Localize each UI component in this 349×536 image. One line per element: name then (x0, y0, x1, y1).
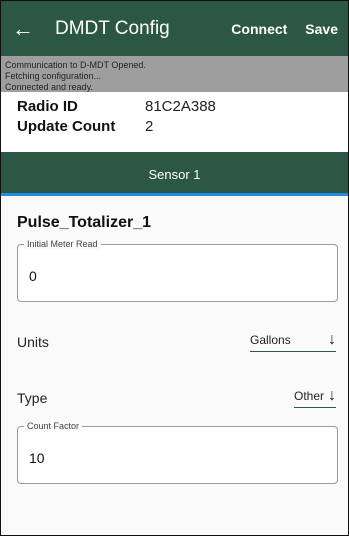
initial-meter-read-value: 0 (29, 268, 37, 284)
tab-sensor-1[interactable]: Sensor 1 (1, 152, 348, 196)
app-bar: ← DMDT Config Connect Save (1, 1, 348, 56)
arrow-down-icon: ↓ (328, 386, 336, 404)
units-value: Gallons (250, 332, 291, 347)
update-count-value: 2 (145, 117, 154, 135)
initial-meter-read-label: Initial Meter Read (24, 239, 101, 250)
app-screen: ← DMDT Config Connect Save Communication… (0, 0, 349, 536)
type-select[interactable]: Other ↓ (293, 386, 336, 408)
units-row: Units Gallons ↓ (17, 314, 338, 370)
initial-meter-read-field[interactable]: Initial Meter Read 0 (17, 239, 338, 302)
type-label: Type (17, 390, 48, 406)
update-count-row: Update Count 2 (17, 116, 348, 136)
back-icon[interactable]: ← (1, 1, 45, 56)
radio-id-label: Radio ID (17, 97, 78, 115)
type-value: Other (293, 388, 324, 403)
sensor-name: Pulse_Totalizer_1 (17, 214, 151, 231)
status-log: Communication to D-MDT Opened. Fetching … (1, 56, 348, 92)
tab-indicator (1, 193, 348, 196)
units-label: Units (17, 334, 49, 350)
update-count-label: Update Count (17, 117, 116, 135)
sensor-form: Pulse_Totalizer_1 Initial Meter Read 0 U… (1, 214, 348, 484)
count-factor-field[interactable]: Count Factor 10 (17, 421, 338, 484)
page-title: DMDT Config (55, 17, 170, 39)
radio-id-row: Radio ID 81C2A388 (17, 96, 348, 116)
device-info: Radio ID 81C2A388 Update Count 2 (1, 92, 348, 152)
status-line: Fetching configuration... (5, 71, 102, 81)
units-select[interactable]: Gallons ↓ (250, 330, 336, 352)
count-factor-label: Count Factor (24, 421, 83, 432)
tab-label: Sensor 1 (148, 166, 201, 182)
connect-button[interactable]: Connect (231, 21, 287, 37)
status-line: Communication to D-MDT Opened. (5, 60, 146, 70)
save-button[interactable]: Save (305, 21, 338, 37)
count-factor-value: 10 (29, 450, 45, 466)
type-row: Type Other ↓ (17, 370, 338, 426)
arrow-down-icon: ↓ (328, 330, 336, 348)
radio-id-value: 81C2A388 (145, 97, 216, 115)
